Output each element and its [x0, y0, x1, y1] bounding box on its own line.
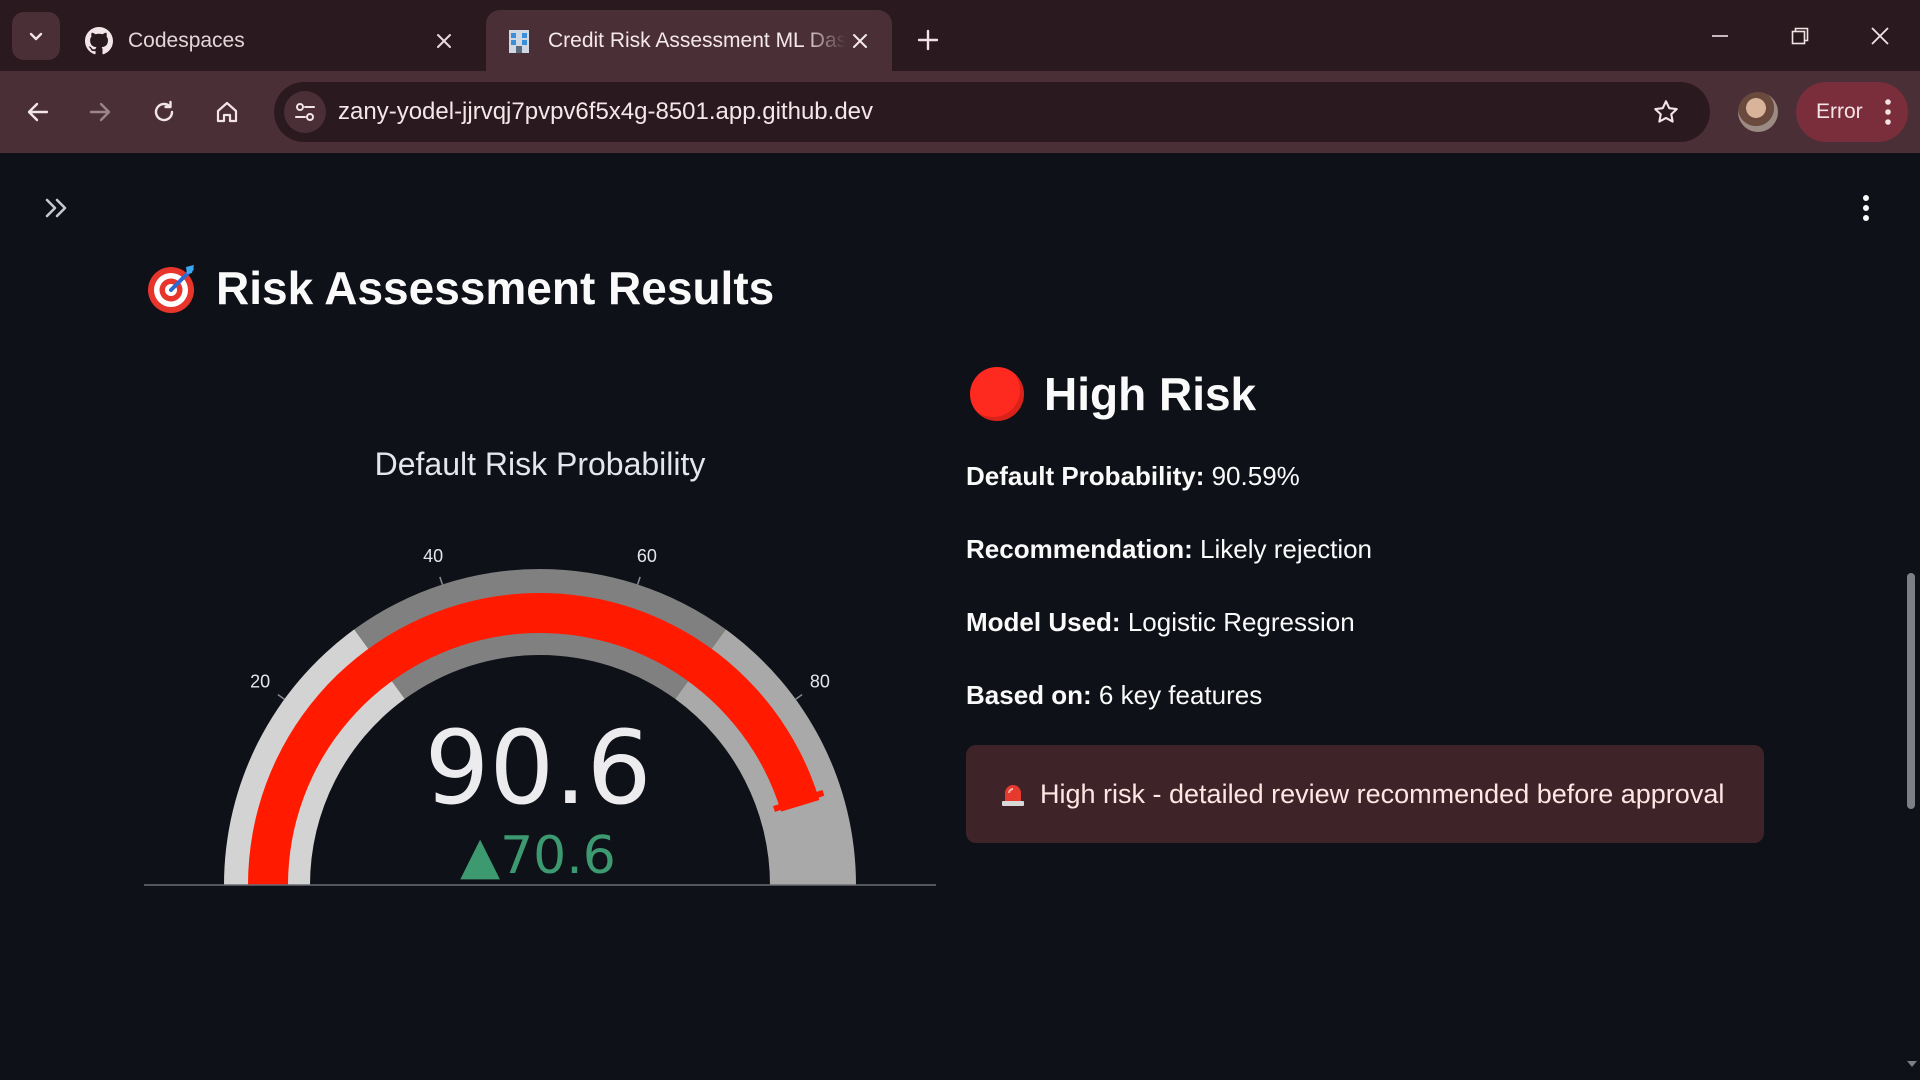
minimize-icon: [1712, 35, 1728, 37]
bookmark-star-button[interactable]: [1648, 94, 1684, 130]
default-probability-row: Default Probability: 90.59%: [966, 461, 1300, 492]
restore-icon: [1791, 27, 1809, 45]
gauge-tick: [795, 693, 803, 700]
close-icon: [1871, 27, 1889, 45]
detail-label: Recommendation:: [966, 534, 1193, 564]
site-info-button[interactable]: [284, 91, 326, 133]
gauge-delta: ▲70.6: [460, 826, 616, 886]
gauge-tick: [277, 693, 285, 700]
close-tab-icon[interactable]: [430, 27, 458, 55]
tab-search-button[interactable]: [12, 12, 60, 60]
more-vertical-icon: [1885, 99, 1891, 125]
recommendation-row: Recommendation: Likely rejection: [966, 534, 1372, 565]
more-vertical-icon: [1863, 195, 1869, 221]
star-icon: [1654, 100, 1678, 123]
page-title-text: Risk Assessment Results: [216, 262, 775, 314]
expand-sidebar-button[interactable]: [38, 189, 76, 227]
risk-alert-text: High risk - detailed review recommended …: [1040, 778, 1725, 809]
close-window-button[interactable]: [1850, 14, 1910, 58]
gauge-tick-label: 60: [637, 546, 657, 566]
home-button[interactable]: [203, 88, 251, 136]
detail-label: Model Used:: [966, 607, 1121, 637]
main-menu-button[interactable]: [1848, 189, 1884, 227]
browser-toolbar: zany-yodel-jjrvqj7pvpv6f5x4g-8501.app.gi…: [0, 71, 1920, 153]
arrow-left-icon: [27, 102, 49, 122]
risk-level-heading: High Risk: [970, 367, 1256, 421]
tab-title: Codespaces: [128, 28, 245, 52]
rotating-light-icon: [1002, 785, 1024, 806]
detail-label: Based on:: [966, 680, 1092, 710]
tab-title: Credit Risk Assessment ML Dashboard: [548, 28, 846, 52]
streamlit-app: Risk Assessment Results Default Risk Pro…: [0, 153, 1920, 1080]
tab-codespaces[interactable]: Codespaces: [66, 10, 476, 71]
back-button[interactable]: [14, 88, 62, 136]
page-title: Risk Assessment Results: [146, 261, 774, 315]
building-icon: [504, 26, 534, 56]
detail-value: 90.59%: [1211, 461, 1300, 491]
reload-button[interactable]: [140, 88, 188, 136]
gauge-value: 90.6: [424, 709, 651, 828]
gauge-tick: [439, 576, 444, 585]
forward-button[interactable]: [76, 88, 124, 136]
direct-hit-icon: [148, 265, 194, 313]
reload-icon: [154, 100, 174, 122]
red-circle-icon: [970, 367, 1024, 421]
gauge-tick: [636, 576, 641, 585]
profile-avatar[interactable]: [1738, 92, 1778, 132]
detail-label: Default Probability:: [966, 461, 1205, 491]
plus-icon: [917, 29, 939, 51]
detail-value: Likely rejection: [1200, 534, 1373, 564]
risk-alert-box: High risk - detailed review recommended …: [966, 745, 1764, 843]
new-tab-button[interactable]: [906, 18, 950, 62]
tune-icon: [295, 103, 315, 121]
risk-level-text: High Risk: [1044, 368, 1257, 420]
double-chevron-right-icon: [45, 198, 67, 218]
gauge-title: Default Risk Probability: [375, 446, 706, 482]
gauge-tick-label: 80: [810, 672, 830, 692]
chevron-down-icon: [29, 32, 43, 41]
address-bar[interactable]: zany-yodel-jjrvqj7pvpv6f5x4g-8501.app.gi…: [274, 82, 1710, 142]
gauge-tick-label: 20: [250, 672, 270, 692]
detail-value: Logistic Regression: [1127, 607, 1355, 637]
gauge-tick-label: 40: [423, 546, 443, 566]
browser-tab-strip: Codespaces Credit Risk Assessment ML Das…: [0, 0, 1920, 71]
url-text: zany-yodel-jjrvqj7pvpv6f5x4g-8501.app.gi…: [338, 98, 874, 125]
tab-credit-risk-dashboard[interactable]: Credit Risk Assessment ML Dashboard: [486, 10, 892, 71]
arrow-right-icon: [89, 102, 111, 122]
scroll-down-arrow-icon[interactable]: [1906, 1059, 1918, 1069]
error-label: Error: [1816, 100, 1863, 123]
restore-button[interactable]: [1770, 14, 1830, 58]
scrollbar-thumb[interactable]: [1907, 573, 1915, 809]
based-on-row: Based on: 6 key features: [966, 680, 1262, 711]
home-icon: [216, 101, 238, 123]
default-risk-gauge: Default Risk Probability 20 40 60 80 90.6 ▲…: [144, 446, 936, 886]
error-menu-button[interactable]: Error: [1796, 82, 1908, 142]
github-icon: [84, 26, 114, 56]
detail-value: 6 key features: [1098, 680, 1263, 710]
close-tab-icon[interactable]: [846, 27, 874, 55]
minimize-button[interactable]: [1690, 14, 1750, 58]
model-used-row: Model Used: Logistic Regression: [966, 607, 1355, 638]
